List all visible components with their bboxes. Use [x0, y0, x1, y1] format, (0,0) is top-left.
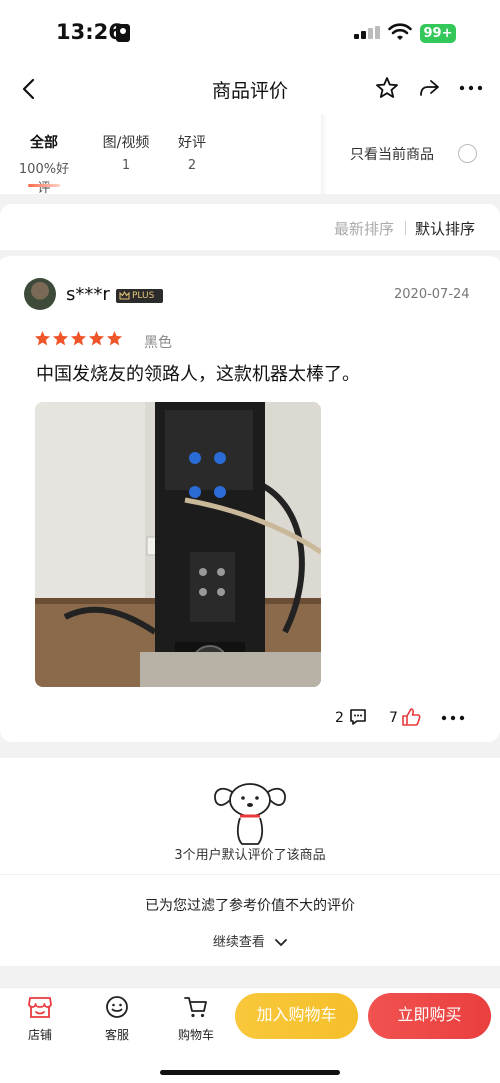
mascot-dog-icon	[214, 783, 286, 845]
plus-member-badge: PLUS	[116, 289, 163, 303]
continue-viewing-link[interactable]: 继续查看	[0, 931, 500, 950]
filtered-notice: 已为您过滤了参考价值不大的评价	[145, 898, 355, 914]
more-icon[interactable]	[458, 75, 484, 101]
review-date: 2020-07-24	[394, 287, 470, 302]
amplifier-photo-illustration	[35, 402, 321, 687]
star-icon	[52, 330, 69, 346]
store-button[interactable]: 店铺	[12, 994, 68, 1043]
only-current-product-radio[interactable]	[458, 144, 477, 163]
customer-service-icon	[106, 996, 128, 1018]
review-summary-section: 3个用户默认评价了该商品 已为您过滤了参考价值不大的评价 继续查看	[0, 758, 500, 966]
cellular-signal-icon	[354, 26, 380, 42]
contact-card-icon	[116, 24, 130, 42]
tab-positive-count: 2	[187, 158, 197, 173]
cart-label: 购物车	[177, 1028, 214, 1042]
battery-indicator: 99+	[420, 24, 456, 43]
review-text: 中国发烧友的领路人，这款机器太棒了。	[36, 364, 360, 385]
share-icon[interactable]	[416, 75, 442, 101]
only-current-product-label[interactable]: 只看当前商品	[350, 144, 434, 164]
sort-default-option[interactable]: 默认排序	[415, 218, 475, 239]
tab-all-label: 全部	[30, 135, 58, 151]
star-icon	[70, 330, 87, 346]
wifi-icon	[388, 23, 412, 40]
tab-positive[interactable]: 好评 2	[168, 132, 216, 173]
customer-service-button[interactable]: 客服	[89, 994, 145, 1043]
default-review-count-text: 3个用户默认评价了该商品	[174, 848, 326, 863]
tab-media-label: 图/视频	[102, 135, 150, 151]
reviewer-name: s***r	[66, 284, 110, 305]
nav-bar: 商品评价	[0, 64, 500, 114]
store-label: 店铺	[27, 1028, 52, 1042]
thumbs-up-icon[interactable]	[400, 706, 422, 728]
status-bar: 13:26 99+	[0, 0, 500, 64]
review-card: s***r PLUS 2020-07-24 黑色 中国发烧友的领路人，这款机器太…	[0, 250, 500, 742]
summary-divider	[0, 874, 500, 875]
filter-divider	[321, 114, 327, 194]
star-icon	[88, 330, 105, 346]
review-filter-bar: 全部 100%好评 图/视频 1 好评 2 只看当前商品	[0, 114, 500, 196]
store-icon	[28, 997, 52, 1018]
star-icon	[106, 330, 123, 346]
tab-media[interactable]: 图/视频 1	[96, 132, 156, 173]
home-indicator[interactable]	[160, 1070, 340, 1075]
crown-icon	[119, 291, 130, 300]
product-variant: 黑色	[144, 335, 172, 351]
sort-latest-option[interactable]: 最新排序	[334, 218, 394, 239]
tab-positive-label: 好评	[178, 135, 206, 151]
status-time: 13:26	[56, 20, 123, 44]
chevron-down-icon	[275, 938, 287, 946]
review-photo[interactable]	[35, 402, 321, 687]
buy-now-button[interactable]: 立即购买	[368, 993, 491, 1039]
like-count: 7	[389, 710, 398, 726]
tab-all-count: 100%好评	[18, 162, 70, 196]
rating-stars	[34, 330, 124, 350]
favorite-star-icon[interactable]	[374, 75, 400, 101]
continue-viewing-label: 继续查看	[212, 935, 265, 950]
shopping-cart-icon	[184, 997, 207, 1018]
cart-button[interactable]: 购物车	[168, 994, 224, 1043]
star-icon	[34, 330, 51, 346]
tab-media-count: 1	[121, 158, 131, 173]
review-more-icon[interactable]	[440, 708, 466, 728]
add-to-cart-button[interactable]: 加入购物车	[235, 993, 358, 1039]
sort-divider	[405, 221, 406, 235]
comment-bubble-icon[interactable]	[348, 707, 368, 727]
active-tab-indicator	[28, 184, 60, 187]
customer-service-label: 客服	[104, 1028, 129, 1042]
bottom-action-bar: 店铺 客服 购物车 加入购物车 立即购买	[0, 987, 500, 1083]
avatar[interactable]	[24, 278, 56, 310]
plus-badge-text: PLUS	[132, 291, 155, 301]
sort-row: 最新排序 默认排序	[0, 204, 500, 250]
reply-count: 2	[335, 710, 344, 726]
